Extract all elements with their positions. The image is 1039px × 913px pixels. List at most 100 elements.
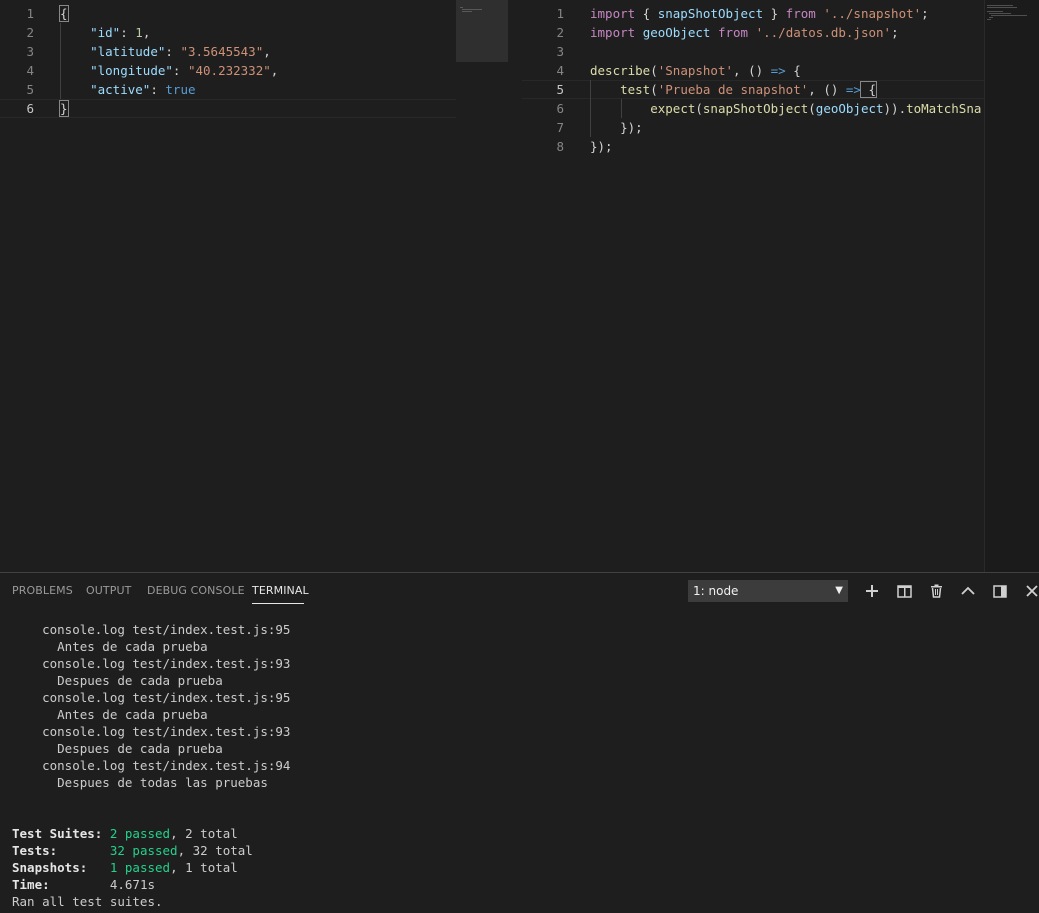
terminal-log-line: console.log test/index.test.js:95 bbox=[12, 690, 291, 705]
summary-ran-all: Ran all test suites. bbox=[12, 894, 163, 909]
code-line-3[interactable]: "latitude": "3.5645543", bbox=[60, 42, 271, 61]
punctuation: { bbox=[859, 81, 878, 98]
code-line-2[interactable]: "id": 1, bbox=[60, 23, 150, 42]
terminal-log-line: console.log test/index.test.js:93 bbox=[12, 656, 291, 671]
minimap[interactable] bbox=[984, 0, 1039, 572]
terminal-log-line: console.log test/index.test.js:95 bbox=[12, 622, 291, 637]
time-value: 4.671s bbox=[109, 877, 156, 892]
json-value: "40.232332" bbox=[187, 63, 271, 78]
code-line-5[interactable]: "active": true bbox=[60, 80, 195, 99]
punctuation: { bbox=[785, 63, 801, 78]
punctuation: ( bbox=[808, 101, 816, 116]
json-value: 1 bbox=[135, 25, 143, 40]
tab-terminal[interactable]: TERMINAL bbox=[252, 584, 309, 597]
maximize-icon[interactable] bbox=[990, 581, 1010, 601]
string: '../snapshot' bbox=[823, 6, 922, 21]
terminal-log-line: console.log test/index.test.js:93 bbox=[12, 724, 291, 739]
comma: , bbox=[270, 63, 279, 78]
summary-label: Tests: bbox=[12, 843, 58, 858]
json-key: "longitude" bbox=[90, 63, 173, 78]
chevron-up-icon[interactable] bbox=[958, 581, 978, 601]
code-line-6[interactable]: expect(snapShotObject(geoObject)).toMatc… bbox=[590, 99, 981, 118]
semicolon: ; bbox=[891, 25, 899, 40]
punctuation: } bbox=[763, 6, 786, 21]
terminal-log-line: Antes de cada prueba bbox=[12, 707, 208, 722]
line-number: 7 bbox=[556, 120, 564, 135]
identifier: geoObject bbox=[642, 25, 711, 40]
line-number: 8 bbox=[556, 139, 564, 154]
separator: : bbox=[150, 82, 166, 97]
punctuation: ( bbox=[695, 101, 703, 116]
json-value: "3.5645543" bbox=[180, 44, 264, 59]
current-line-highlight bbox=[0, 99, 456, 118]
chevron-down-icon: ▼ bbox=[835, 585, 843, 596]
line-number: 4 bbox=[26, 63, 34, 78]
add-icon[interactable] bbox=[862, 581, 882, 601]
terminal-log-line: Antes de cada prueba bbox=[12, 639, 208, 654]
bottom-panel: PROBLEMS OUTPUT DEBUG CONSOLE TERMINAL 1… bbox=[0, 572, 1039, 913]
code-line-4[interactable]: "longitude": "40.232332", bbox=[60, 61, 278, 80]
function-name: expect bbox=[650, 101, 696, 116]
code-line-1[interactable]: { bbox=[59, 4, 69, 23]
identifier: snapShotObject bbox=[657, 6, 764, 21]
line-number: 1 bbox=[26, 6, 34, 21]
split-icon[interactable] bbox=[894, 581, 914, 601]
terminal-log-line: Despues de cada prueba bbox=[12, 673, 223, 688]
keyword: from bbox=[785, 6, 816, 21]
left-editor-pane[interactable]: 1 2 3 4 5 6 { "id": 1, "latitude": "3.56… bbox=[0, 0, 508, 572]
punctuation: , () bbox=[808, 82, 846, 97]
code-line-7[interactable]: }); bbox=[590, 118, 643, 137]
trash-icon[interactable] bbox=[926, 581, 946, 601]
passed-count: 2 passed bbox=[109, 826, 171, 841]
keyword: import bbox=[590, 6, 636, 21]
closing-brackets: }); bbox=[590, 139, 613, 154]
code-line-2[interactable]: import geoObject from '../datos.db.json'… bbox=[590, 23, 899, 42]
terminal-select[interactable]: 1: node ▼ bbox=[688, 580, 848, 602]
close-icon[interactable] bbox=[1022, 581, 1039, 601]
function-name: describe bbox=[590, 63, 651, 78]
string: 'Prueba de snapshot' bbox=[657, 82, 809, 97]
code-line-1[interactable]: import { snapShotObject } from '../snaps… bbox=[590, 4, 929, 23]
terminal-log-line: console.log test/index.test.js:94 bbox=[12, 758, 291, 773]
function-name: snapShotObject bbox=[702, 101, 809, 116]
comma: , bbox=[263, 44, 271, 59]
right-editor-pane[interactable]: 1 2 3 4 5 6 7 8 import { snapShotObject … bbox=[522, 0, 1039, 572]
line-number-active: 6 bbox=[26, 101, 34, 116]
closing-brackets: }); bbox=[620, 120, 643, 135]
summary-tests: Tests: 32 passed, 32 total bbox=[12, 842, 253, 859]
separator: : bbox=[120, 25, 136, 40]
code-line-4[interactable]: describe('Snapshot', () => { bbox=[590, 61, 801, 80]
close-brace: } bbox=[59, 100, 69, 117]
punctuation: )). bbox=[883, 101, 907, 116]
summary-label: Test Suites: bbox=[12, 826, 103, 841]
tab-debug-console[interactable]: DEBUG CONSOLE bbox=[147, 584, 245, 597]
tab-output[interactable]: OUTPUT bbox=[86, 584, 131, 597]
line-number: 2 bbox=[26, 25, 34, 40]
separator: : bbox=[165, 44, 181, 59]
punctuation: , () bbox=[733, 63, 771, 78]
summary-snapshots: Snapshots: 1 passed, 1 total bbox=[12, 859, 238, 876]
minimap[interactable] bbox=[456, 0, 508, 62]
tab-problems[interactable]: PROBLEMS bbox=[12, 584, 73, 597]
code-line-6[interactable]: } bbox=[59, 99, 69, 118]
punctuation: ( bbox=[650, 63, 658, 78]
line-number: 2 bbox=[556, 25, 564, 40]
line-number: 5 bbox=[26, 82, 34, 97]
terminal-select-value: 1: node bbox=[693, 584, 739, 598]
comma: , bbox=[142, 25, 151, 40]
line-number: 3 bbox=[26, 44, 34, 59]
code-line-5[interactable]: test('Prueba de snapshot', () => { bbox=[590, 80, 878, 99]
total-count: , 2 total bbox=[170, 826, 238, 841]
summary-label: Snapshots: bbox=[12, 860, 88, 875]
line-number: 3 bbox=[556, 44, 564, 59]
code-line-8[interactable]: }); bbox=[590, 137, 613, 156]
passed-count: 32 passed bbox=[109, 843, 178, 858]
keyword: from bbox=[717, 25, 749, 40]
line-number-active: 5 bbox=[556, 82, 564, 97]
semicolon: ; bbox=[921, 6, 929, 21]
summary-label: Time: bbox=[12, 877, 50, 892]
